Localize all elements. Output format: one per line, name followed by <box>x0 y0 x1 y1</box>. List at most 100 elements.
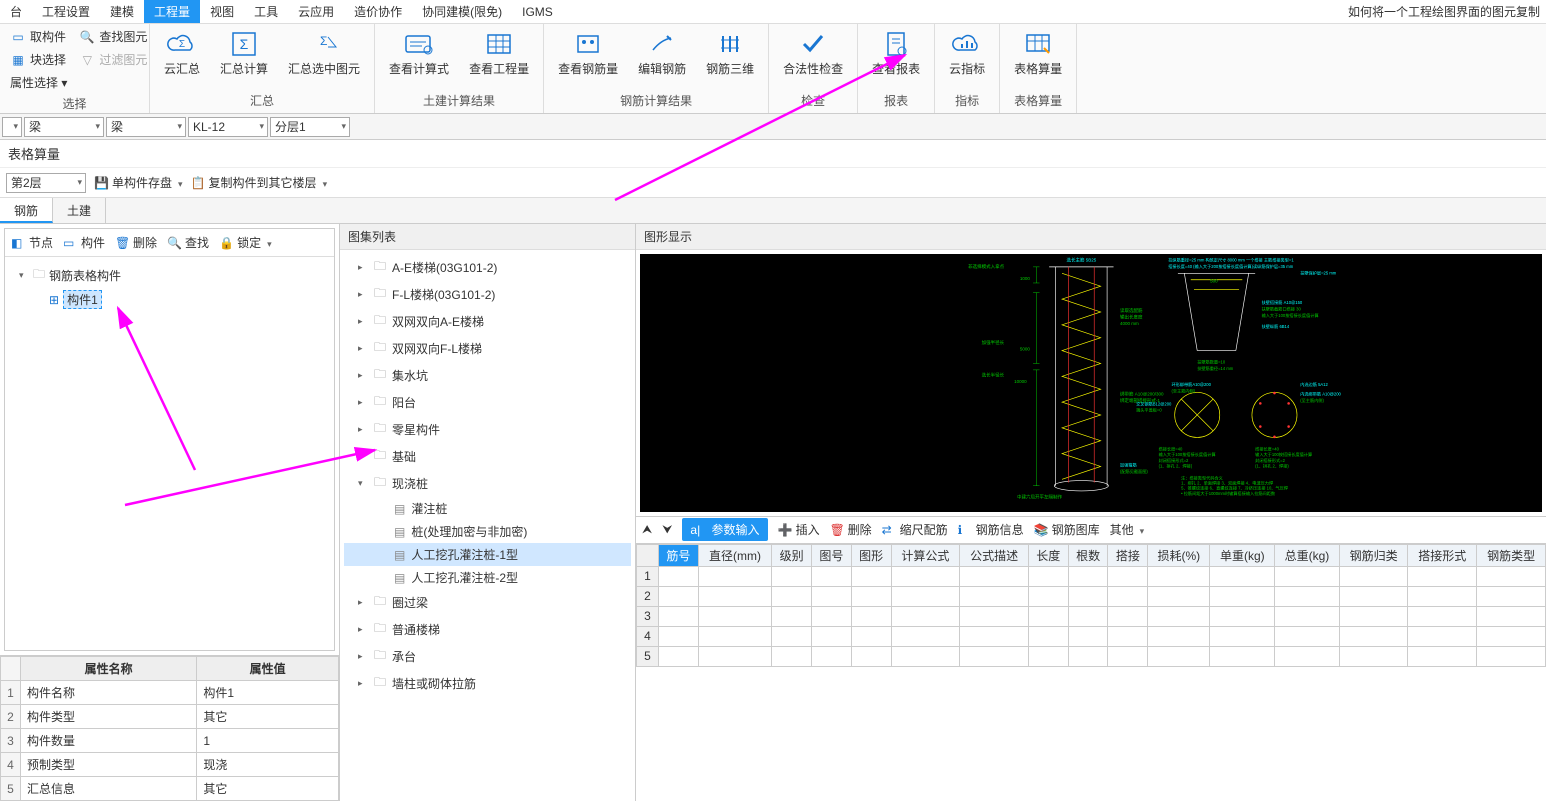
delete-row-button[interactable]: 🗑删除 <box>830 521 872 538</box>
filter-element-button[interactable]: ▽过滤图元 <box>75 49 151 70</box>
lock-button[interactable]: 🔒锁定 <box>219 234 272 251</box>
pick-component-button[interactable]: ▭取构件 <box>6 26 71 47</box>
filter-dropdown-2[interactable]: 梁 <box>24 117 104 137</box>
atlas-node[interactable]: ▸🗀承台 <box>344 643 631 670</box>
group-label: 钢筋计算结果 <box>550 90 762 111</box>
atlas-node[interactable]: ▸🗀墙柱或砌体拉筋 <box>344 670 631 697</box>
atlas-node[interactable]: ▤人工挖孔灌注桩-1型 <box>344 543 631 566</box>
view-report-button[interactable]: 查看报表 <box>864 26 928 81</box>
svg-text:搭接长度=40 (输入大于200按搭接长度值计算)读纵筋: 搭接长度=40 (输入大于200按搭接长度值计算)读纵筋保护层=35 mm <box>1168 263 1293 269</box>
atlas-title: 图集列表 <box>340 224 635 250</box>
view-formula-button[interactable]: 查看计算式 <box>381 26 457 81</box>
menu-item[interactable]: 工程设置 <box>32 0 100 23</box>
menu-item-active[interactable]: 工程量 <box>144 0 200 23</box>
svg-text:封闭搭接形式=2: 封闭搭接形式=2 <box>1159 457 1189 463</box>
cad-viewport[interactable]: 非选择模式入拿点 1000 加强半径长 5000 选长半径长 10000 选长主… <box>640 254 1542 512</box>
nav-up-icon[interactable]: ⮝ <box>642 522 652 537</box>
svg-text:(1、拼孔 2、焊接): (1、拼孔 2、焊接) <box>1255 463 1289 469</box>
param-input-button[interactable]: a| 参数输入 <box>682 518 767 541</box>
scale-rebar-button[interactable]: ⇄缩尺配筋 <box>882 521 948 538</box>
atlas-node[interactable]: ▸🗀阳台 <box>344 389 631 416</box>
view-quantity-button[interactable]: 查看工程量 <box>461 26 537 81</box>
data-grid[interactable]: 筋号直径(mm)级别图号图形计算公式公式描述长度根数搭接损耗(%)单重(kg)总… <box>636 544 1546 667</box>
svg-text:扶壁筋截筋口搭接 30: 扶壁筋截筋口搭接 30 <box>1262 306 1302 312</box>
atlas-node[interactable]: ▤人工挖孔灌注桩-2型 <box>344 566 631 589</box>
atlas-node[interactable]: ▸🗀零星构件 <box>344 416 631 443</box>
tree-item-selected[interactable]: ⊞构件1 <box>41 288 328 311</box>
prop-row[interactable]: 2构件类型其它 <box>1 705 339 729</box>
group-label: 土建计算结果 <box>381 90 537 111</box>
other-button[interactable]: 其他 <box>1110 521 1145 538</box>
atlas-node[interactable]: ▸🗀圈过梁 <box>344 589 631 616</box>
svg-text:扶壁保护层=25 mm: 扶壁保护层=25 mm <box>1300 270 1337 276</box>
nav-down-icon[interactable]: ⮟ <box>662 522 672 537</box>
edit-rebar-button[interactable]: 编辑钢筋 <box>630 26 694 81</box>
save-single-button[interactable]: 💾单构件存盘 <box>94 174 183 191</box>
atlas-node[interactable]: ▸🗀F-L楼梯(03G101-2) <box>344 281 631 308</box>
filter-dropdown-5[interactable]: 分层1 <box>270 117 350 137</box>
menu-item[interactable]: 台 <box>0 0 32 23</box>
svg-text:(至主筋内侧): (至主筋内侧) <box>1171 387 1195 393</box>
filter-bar: 梁 梁 KL-12 分层1 <box>0 114 1546 140</box>
atlas-node[interactable]: ▸🗀基础 <box>344 443 631 470</box>
rebar-info-button[interactable]: ℹ钢筋信息 <box>958 521 1024 538</box>
prop-row[interactable]: 1构件名称构件1 <box>1 681 339 705</box>
cloud-sum-button[interactable]: Σ云汇总 <box>156 26 208 81</box>
atlas-node[interactable]: ▤桩(处理加密与非加密) <box>344 520 631 543</box>
filter-dropdown-4[interactable]: KL-12 <box>188 117 268 137</box>
svg-text:输入大于100按搭接长度值计算: 输入大于100按搭接长度值计算 <box>1255 451 1312 457</box>
tab-rebar[interactable]: 钢筋 <box>0 198 53 223</box>
cloud-index-button[interactable]: 云指标 <box>941 26 993 81</box>
find-element-button[interactable]: 🔍查找图元 <box>75 26 151 47</box>
atlas-node[interactable]: ▸🗀双网双向A-E楼梯 <box>344 308 631 335</box>
svg-text:端头平盖板=0: 端头平盖板=0 <box>1136 407 1162 413</box>
atlas-node[interactable]: ▸🗀双网双向F-L楼梯 <box>344 335 631 362</box>
copy-component-button[interactable]: 📋复制构件到其它楼层 <box>191 174 328 191</box>
node-button[interactable]: ◧节点 <box>11 234 53 251</box>
svg-text:注：搭接类型代码含义1、绑扎 2、单面焊接: 注：搭接类型代码含义1、绑扎 2、单面焊接 3、双面焊接 4、电渣压力焊5、锥螺… <box>1181 474 1288 495</box>
component-button[interactable]: ▭构件 <box>63 234 105 251</box>
search-button[interactable]: 🔍查找 <box>167 234 209 251</box>
atlas-node[interactable]: ▤灌注桩 <box>344 497 631 520</box>
delete-button[interactable]: 🗑删除 <box>115 234 157 251</box>
rebar-lib-button[interactable]: 📚钢筋图库 <box>1034 521 1100 538</box>
menu-item[interactable]: 云应用 <box>288 0 344 23</box>
svg-text:扶壁纵筋 6B14: 扶壁纵筋 6B14 <box>1262 323 1290 329</box>
group-label: 检查 <box>775 90 851 111</box>
atlas-node[interactable]: ▸🗀集水坑 <box>344 362 631 389</box>
menu-item[interactable]: 造价协作 <box>344 0 412 23</box>
validity-check-button[interactable]: 合法性检查 <box>775 26 851 81</box>
main-area: ◧节点 ▭构件 🗑删除 🔍查找 🔒锁定 ▾🗀钢筋表格构件 ⊞构件1 属性名称属性… <box>0 224 1546 801</box>
menu-item[interactable]: IGMS <box>512 2 563 22</box>
sum-selected-button[interactable]: Σ汇总选中图元 <box>280 26 368 81</box>
prop-row[interactable]: 3构件数量1 <box>1 729 339 753</box>
tree-root[interactable]: ▾🗀钢筋表格构件 <box>11 263 328 288</box>
insert-button[interactable]: ➕插入 <box>778 521 820 538</box>
svg-text:绑带筋 A10@200/300: 绑带筋 A10@200/300 <box>1120 391 1164 398</box>
menu-item[interactable]: 协同建模(限免) <box>412 0 512 23</box>
atlas-node[interactable]: ▸🗀普通楼梯 <box>344 616 631 643</box>
group-label: 指标 <box>941 90 993 111</box>
svg-text:环形绑带筋A10@200: 环形绑带筋A10@200 <box>1171 381 1211 387</box>
attr-select-button[interactable]: 属性选择 ▾ <box>6 72 71 93</box>
rebar-3d-button[interactable]: 钢筋三维 <box>698 26 762 81</box>
filter-dropdown-1[interactable] <box>2 117 22 137</box>
atlas-node[interactable]: ▸🗀A-E楼梯(03G101-2) <box>344 254 631 281</box>
prop-row[interactable]: 5汇总信息其它 <box>1 777 339 801</box>
svg-text:扶壁筋数量=10: 扶壁筋数量=10 <box>1197 358 1226 364</box>
menu-item[interactable]: 建模 <box>100 0 144 23</box>
sum-calc-button[interactable]: Σ汇总计算 <box>212 26 276 81</box>
prop-row[interactable]: 4预制类型现浇 <box>1 753 339 777</box>
svg-text:拉纵筋重径=25 mm 构筑定尺寸 8000 mm 一个搭: 拉纵筋重径=25 mm 构筑定尺寸 8000 mm 一个搭接 主筋搭接类型=1 <box>1168 257 1294 263</box>
menu-item[interactable]: 视图 <box>200 0 244 23</box>
floor-select[interactable]: 第2层 <box>6 173 86 193</box>
svg-text:加强箍筋: 加强箍筋 <box>1120 461 1137 467</box>
menu-item[interactable]: 工具 <box>244 0 288 23</box>
view-rebar-qty-button[interactable]: 查看钢筋量 <box>550 26 626 81</box>
hint-text: 如何将一个工程绘图界面的图元复制 <box>1348 3 1546 20</box>
tab-civil[interactable]: 土建 <box>53 198 106 223</box>
block-select-button[interactable]: ▦块选择 <box>6 49 71 70</box>
atlas-node[interactable]: ▾🗀现浇桩 <box>344 470 631 497</box>
sheet-calc-button[interactable]: 表格算量 <box>1006 26 1070 81</box>
filter-dropdown-3[interactable]: 梁 <box>106 117 186 137</box>
